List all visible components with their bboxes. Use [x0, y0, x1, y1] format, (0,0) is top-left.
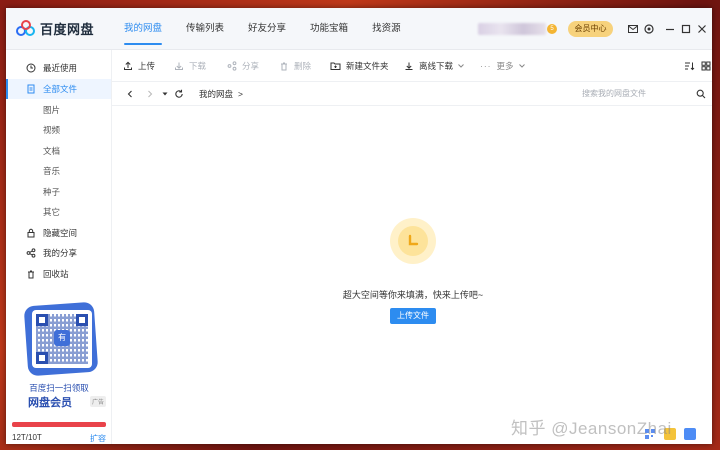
share-icon: [26, 248, 36, 258]
close-icon[interactable]: [696, 23, 708, 35]
lock-icon[interactable]: [684, 428, 696, 440]
share-button[interactable]: 分享: [227, 50, 259, 82]
storage-usage-bar: [12, 422, 106, 427]
sidebar-item-my-shares[interactable]: 我的分享: [6, 243, 111, 263]
sidebar-item-label: 视频: [43, 125, 61, 135]
app-name: 百度网盘: [40, 22, 95, 37]
breadcrumb-my-netdisk[interactable]: 我的网盘: [199, 82, 233, 106]
file-icon: [27, 84, 35, 94]
clock-icon: [26, 63, 36, 73]
sidebar-item-label: 种子: [43, 187, 61, 197]
download-icon: [175, 62, 183, 70]
sidebar: 最近使用 全部文件 图片 视频 文档 音乐 种子 其它 隐藏空间 我的分享 回收…: [6, 50, 112, 444]
search-input[interactable]: 搜索我的网盘文件: [582, 82, 646, 106]
sidebar-item-torrents[interactable]: 种子: [6, 182, 111, 202]
sidebar-item-label: 全部文件: [43, 84, 78, 94]
share-label: 分享: [242, 61, 260, 71]
vip-center-button[interactable]: 会员中心: [568, 21, 613, 37]
settings-icon[interactable]: [643, 23, 655, 35]
sidebar-item-documents[interactable]: 文档: [6, 141, 111, 161]
chevron-down-icon: [458, 64, 464, 68]
promo-line1: 百度扫一扫领取: [29, 383, 89, 393]
app-logo[interactable]: 百度网盘: [16, 19, 94, 38]
refresh-icon[interactable]: [174, 89, 184, 99]
more-label: 更多: [496, 61, 514, 71]
expand-storage-link[interactable]: 扩容: [90, 433, 106, 444]
promo-line2: 网盘会员: [28, 397, 72, 409]
delete-label: 删除: [294, 61, 312, 71]
vip-level-badge: 5: [547, 24, 557, 34]
download-label: 下载: [189, 61, 207, 71]
sidebar-item-label: 最近使用: [43, 63, 78, 73]
download-button[interactable]: 下载: [174, 50, 206, 82]
upload-button[interactable]: 上传: [123, 50, 155, 82]
grid-view-icon[interactable]: [701, 61, 711, 71]
offline-download-label: 离线下载: [419, 61, 454, 71]
tab-transfer-list[interactable]: 传输列表: [186, 8, 224, 50]
address-bar: 我的网盘 > 搜索我的网盘文件: [112, 82, 712, 106]
ad-tag: 广告: [90, 396, 106, 407]
storage-usage-text: 12T/10T: [12, 433, 42, 442]
lock-icon: [27, 228, 35, 238]
chevron-down-icon: [518, 64, 525, 68]
sidebar-item-label: 音乐: [43, 166, 61, 176]
sidebar-item-music[interactable]: 音乐: [6, 161, 111, 181]
tab-friend-share[interactable]: 好友分享: [248, 8, 286, 50]
sidebar-item-label: 文档: [43, 146, 61, 156]
sidebar-item-videos[interactable]: 视频: [6, 120, 111, 140]
sidebar-item-hidden-space[interactable]: 隐藏空间: [6, 223, 111, 243]
baidu-netdisk-logo-icon: [16, 19, 36, 37]
trash-icon: [28, 270, 34, 279]
trash-icon: [281, 62, 287, 71]
qr-corner: [36, 314, 48, 326]
share-icon: [227, 61, 237, 71]
sort-icon[interactable]: [684, 61, 695, 71]
main-nav: 我的网盘 传输列表 好友分享 功能宝箱 找资源: [124, 8, 425, 50]
new-folder-button[interactable]: 新建文件夹: [330, 50, 389, 82]
sidebar-item-label: 隐藏空间: [43, 228, 78, 238]
offline-download-icon: [405, 62, 413, 70]
delete-button[interactable]: 删除: [279, 50, 311, 82]
upload-icon: [124, 61, 132, 70]
maximize-icon[interactable]: [680, 23, 692, 35]
forward-icon[interactable]: [146, 90, 154, 98]
sidebar-item-images[interactable]: 图片: [6, 100, 111, 120]
sidebar-item-label: 其它: [43, 207, 61, 217]
clock-hand-icon: [408, 234, 419, 246]
file-toolbar: 上传 下载 分享 删除 新建文件夹 离线下载 ··· 更多: [112, 50, 712, 82]
upload-label: 上传: [138, 61, 156, 71]
new-folder-icon: [330, 62, 341, 70]
title-bar: 百度网盘 我的网盘 传输列表 好友分享 功能宝箱 找资源 5 会员中心: [6, 8, 712, 50]
sidebar-item-recycle-bin[interactable]: 回收站: [6, 264, 111, 284]
history-dropdown-icon[interactable]: [162, 91, 168, 97]
mail-icon[interactable]: [627, 23, 639, 35]
sidebar-item-others[interactable]: 其它: [6, 202, 111, 222]
tab-find-resources[interactable]: 找资源: [372, 8, 401, 50]
sidebar-item-recent[interactable]: 最近使用: [6, 58, 111, 78]
offline-download-button[interactable]: 离线下载: [404, 50, 470, 82]
user-avatar-name[interactable]: [478, 23, 546, 35]
tab-my-netdisk[interactable]: 我的网盘: [124, 8, 163, 50]
watermark: 知乎 @JeansonZhai: [511, 419, 672, 438]
qr-center-logo: 有: [54, 330, 70, 346]
sidebar-item-label: 我的分享: [43, 248, 78, 258]
sidebar-item-label: 图片: [43, 105, 61, 115]
storage-usage-fill: [12, 422, 106, 427]
qr-corner: [76, 314, 88, 326]
sidebar-item-label: 回收站: [43, 269, 69, 279]
tab-toolbox[interactable]: 功能宝箱: [310, 8, 348, 50]
app-window: 百度网盘 我的网盘 传输列表 好友分享 功能宝箱 找资源 5 会员中心 最近使用…: [6, 8, 712, 444]
minimize-icon[interactable]: [664, 23, 676, 35]
upload-file-button[interactable]: 上传文件: [390, 308, 436, 324]
empty-state-message: 超大空间等你来填满，快来上传吧~: [342, 290, 484, 300]
new-folder-label: 新建文件夹: [346, 61, 389, 71]
vip-qr-promo[interactable]: 有 百度扫一扫领取 网盘会员 广告: [12, 301, 106, 412]
qr-corner: [36, 352, 48, 364]
sidebar-item-all-files[interactable]: 全部文件: [6, 79, 111, 99]
breadcrumb-separator: >: [238, 89, 243, 99]
search-icon[interactable]: [696, 89, 706, 99]
more-button[interactable]: ··· 更多: [480, 50, 531, 82]
more-icon: ···: [480, 61, 492, 71]
back-icon[interactable]: [126, 90, 134, 98]
